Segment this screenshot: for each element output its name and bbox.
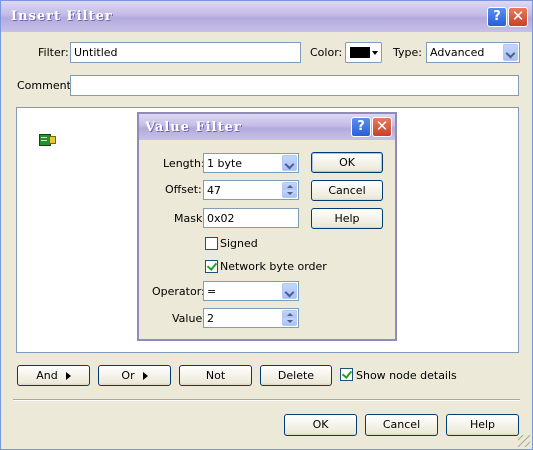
type-select[interactable]: Advanced — [426, 42, 520, 63]
type-select-value: Advanced — [430, 46, 485, 59]
show-node-details-label[interactable]: Show node details — [356, 369, 457, 382]
help-icon[interactable]: ? — [351, 117, 371, 137]
type-label: Type: — [393, 46, 422, 59]
length-select-value: 1 byte — [207, 157, 243, 170]
value-filter-cancel-button[interactable]: Cancel — [311, 180, 383, 201]
help-icon[interactable]: ? — [487, 7, 507, 27]
cancel-button[interactable]: Cancel — [365, 414, 438, 436]
insert-filter-window: Insert Filter ? ✕ Filter: Untitled Color… — [0, 0, 533, 450]
network-byte-order-label[interactable]: Network byte order — [220, 260, 327, 273]
arrow-right-icon — [142, 372, 148, 380]
mask-input[interactable]: 0x02 — [203, 208, 299, 228]
close-icon[interactable]: ✕ — [508, 7, 528, 27]
filter-name-input[interactable]: Untitled — [70, 42, 301, 63]
color-picker[interactable] — [345, 42, 382, 63]
color-swatch — [350, 47, 370, 58]
chevron-down-icon[interactable] — [503, 44, 518, 61]
value-filter-ok-button[interactable]: OK — [311, 152, 383, 173]
title-bar[interactable]: Insert Filter ? ✕ — [1, 1, 532, 32]
length-label: Length: — [163, 157, 205, 170]
value-stepper[interactable] — [282, 310, 297, 326]
ok-button[interactable]: OK — [284, 414, 357, 436]
offset-label: Offset: — [165, 183, 202, 196]
footer-divider — [13, 399, 520, 401]
or-button-label: Or — [121, 369, 135, 382]
spin-down-icon[interactable] — [282, 317, 297, 326]
value-value: 2 — [207, 312, 214, 325]
value-filter-dialog: Value Filter ? ✕ Length: 1 byte Offset: … — [137, 112, 397, 341]
chevron-down-icon[interactable] — [282, 283, 297, 299]
help-button[interactable]: Help — [446, 414, 519, 436]
value-filter-help-button[interactable]: Help — [311, 208, 383, 229]
resize-grip-icon[interactable] — [518, 435, 530, 447]
operator-select-value: = — [207, 285, 217, 298]
value-spinner[interactable]: 2 — [203, 308, 299, 328]
filter-node-icon[interactable] — [39, 132, 56, 146]
and-button-label: And — [36, 369, 58, 382]
value-label: Value: — [172, 312, 206, 325]
spin-down-icon[interactable] — [282, 189, 297, 198]
length-select[interactable]: 1 byte — [203, 153, 299, 173]
value-filter-title-bar[interactable]: Value Filter ? ✕ — [139, 114, 395, 140]
close-icon[interactable]: ✕ — [372, 117, 392, 137]
operator-label: Operator: — [152, 285, 205, 298]
color-label: Color: — [310, 46, 343, 59]
window-title: Insert Filter — [11, 9, 113, 24]
comment-label: Comment: — [17, 79, 75, 92]
comment-input[interactable] — [70, 75, 519, 96]
and-button[interactable]: And — [17, 365, 90, 386]
signed-label[interactable]: Signed — [220, 237, 258, 250]
offset-spinner[interactable]: 47 — [203, 180, 299, 200]
arrow-right-icon — [65, 372, 71, 380]
filter-label: Filter: — [38, 46, 69, 59]
operator-select[interactable]: = — [203, 281, 299, 301]
chevron-down-icon[interactable] — [282, 155, 297, 171]
value-filter-title: Value Filter — [145, 120, 242, 135]
not-button[interactable]: Not — [179, 365, 252, 386]
offset-stepper[interactable] — [282, 182, 297, 198]
signed-checkbox[interactable] — [205, 237, 218, 250]
delete-button[interactable]: Delete — [260, 365, 332, 386]
offset-value: 47 — [207, 184, 221, 197]
mask-label: Mask: — [174, 212, 207, 225]
or-button[interactable]: Or — [98, 365, 171, 386]
chevron-down-icon — [372, 51, 378, 55]
show-node-details-checkbox[interactable] — [340, 368, 353, 381]
network-byte-order-checkbox[interactable] — [205, 260, 218, 273]
